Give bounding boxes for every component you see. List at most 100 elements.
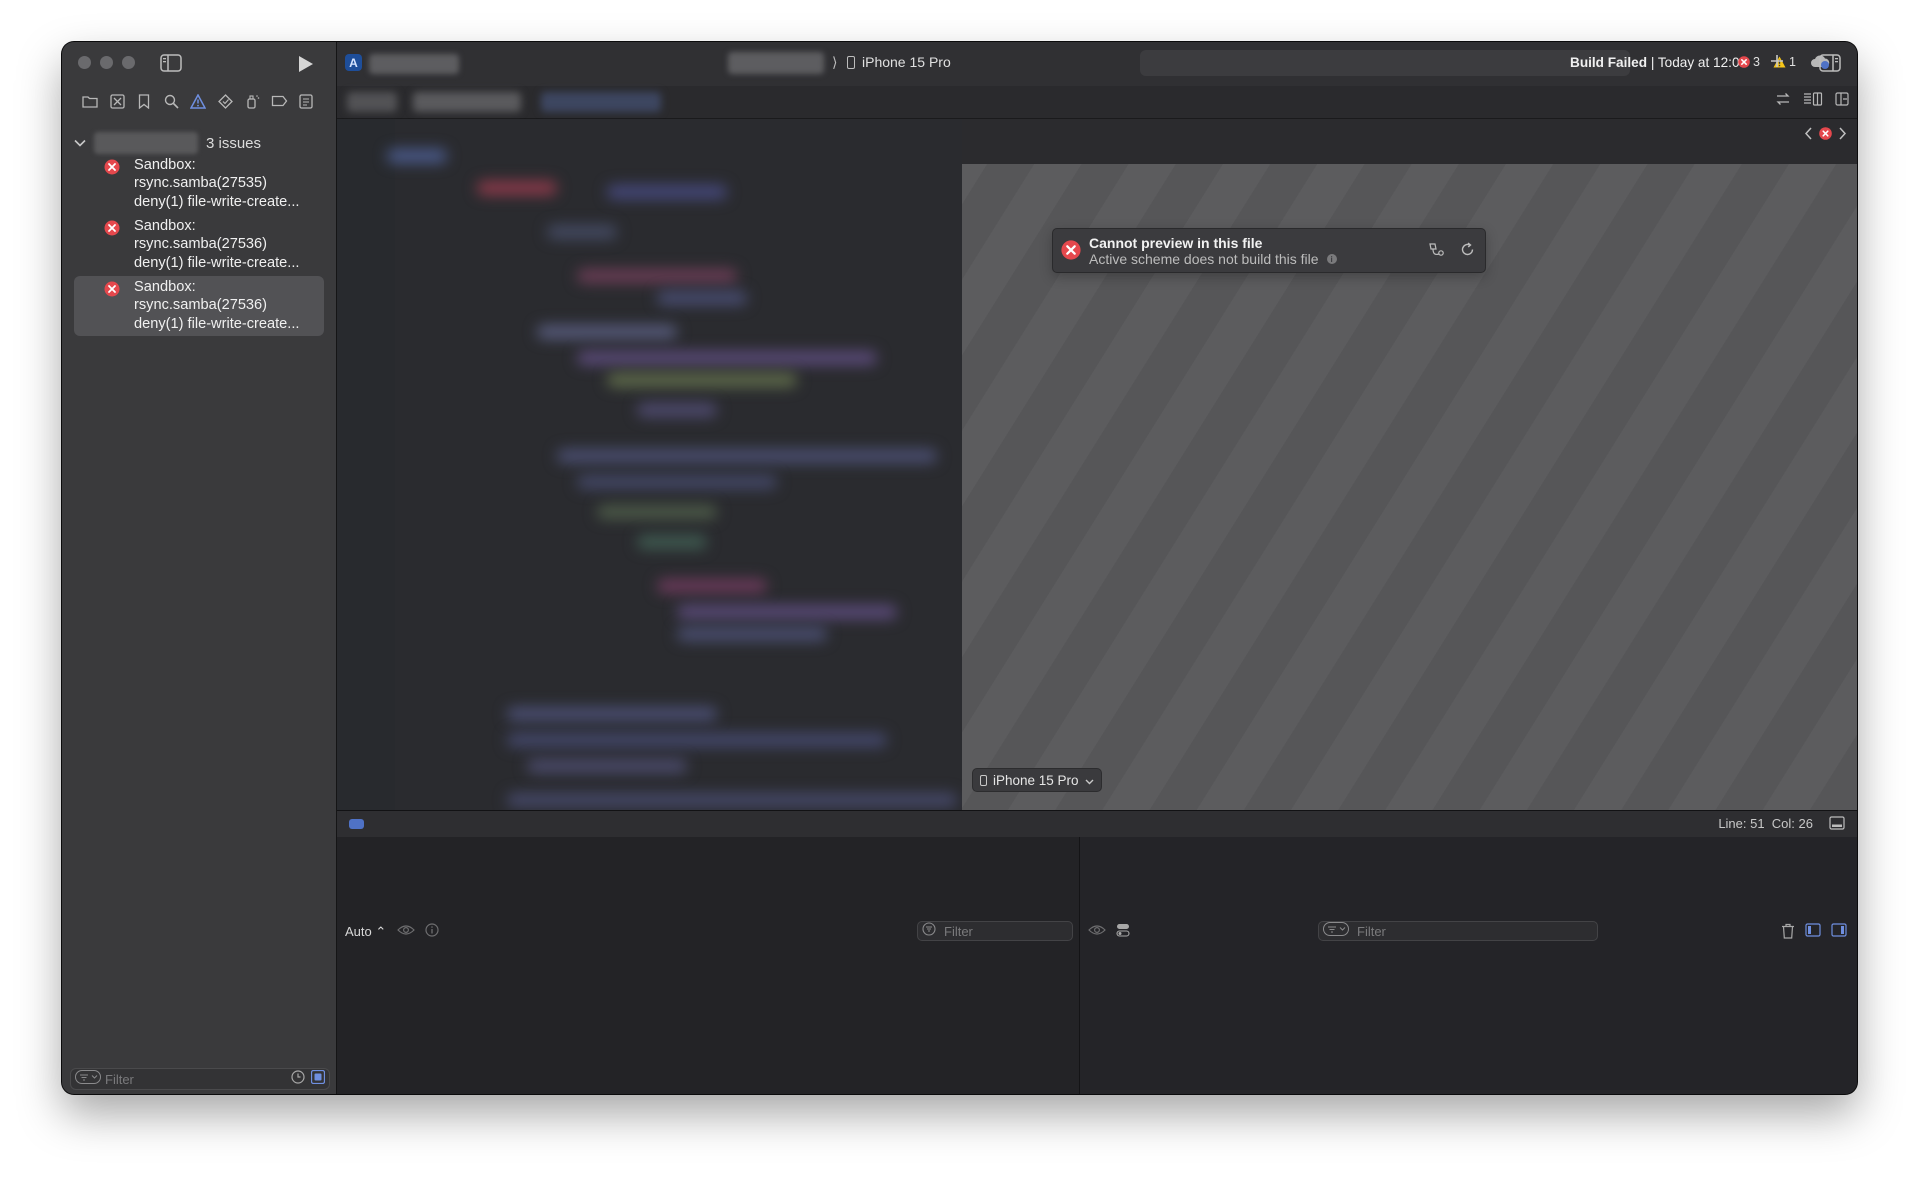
variables-scope-select[interactable]: Auto ⌃ [345, 924, 386, 940]
issue-row[interactable]: Sandbox: rsync.samba(27535) deny(1) file… [74, 154, 324, 214]
blurred-code [677, 605, 897, 619]
preview-error-subtitle: Active scheme does not build this file [1089, 251, 1319, 267]
swap-arrows-icon[interactable] [1775, 92, 1791, 111]
debug-spray-icon[interactable] [242, 91, 262, 111]
report-icon[interactable] [296, 91, 316, 111]
chevron-down-icon[interactable] [74, 134, 86, 152]
navigator-selector-bar [80, 91, 316, 111]
redacted-tab[interactable] [541, 92, 661, 112]
console-actions [1781, 923, 1847, 944]
hide-debug-area-icon[interactable] [1829, 816, 1845, 835]
variables-filter[interactable]: Filter [917, 921, 1073, 941]
filter-options-icon[interactable] [75, 1069, 101, 1089]
issue-row[interactable]: Sandbox: rsync.samba(27536) deny(1) file… [74, 215, 324, 275]
blurred-code [637, 403, 717, 417]
blurred-code [507, 733, 887, 747]
window-toolbar: A ⟩ iPhone 15 Pro Build Failed | Today a… [337, 42, 1857, 87]
refresh-icon[interactable] [1460, 242, 1475, 263]
toggle-switch-icon[interactable] [1116, 923, 1130, 942]
trash-icon[interactable] [1781, 923, 1795, 944]
blurred-code [657, 579, 767, 593]
redacted-project-name [94, 132, 198, 154]
build-status[interactable]: Build Failed | Today at 12:01 [1570, 55, 1747, 70]
warning-count: 1 [1789, 55, 1796, 69]
redacted-active-tab[interactable] [413, 92, 521, 112]
test-diamond-icon[interactable] [215, 91, 235, 111]
error-icon[interactable] [1819, 127, 1832, 145]
xcode-window: 3 issues Sandbox: rsync.samba(27535) den… [62, 42, 1857, 1094]
redacted-tab[interactable] [347, 92, 397, 112]
error-icon [104, 220, 120, 241]
search-icon[interactable] [161, 91, 181, 111]
redacted-scheme-name[interactable] [369, 54, 459, 74]
left-pane-toggle-icon[interactable] [1805, 923, 1821, 944]
right-pane-toggle-icon[interactable] [1831, 923, 1847, 944]
blurred-code [657, 291, 747, 305]
blurred-code [557, 449, 937, 463]
blurred-code [477, 181, 557, 195]
info-icon[interactable] [425, 923, 439, 942]
variables-filter-input[interactable]: Filter [944, 924, 973, 939]
preview-canvas[interactable]: Cannot preview in this file Active schem… [962, 164, 1857, 810]
console-filter[interactable]: Filter [1318, 921, 1598, 941]
issue-warning-icon[interactable] [188, 91, 208, 111]
filter-active-icon[interactable] [310, 1069, 326, 1089]
status-area [1140, 50, 1630, 76]
eye-icon[interactable] [397, 923, 415, 942]
blurred-code [577, 269, 737, 283]
editor-tab-bar [337, 86, 1857, 119]
error-count-badge[interactable]: 3 [1738, 55, 1760, 69]
inspector-icon[interactable] [1819, 54, 1841, 77]
device-icon [980, 774, 987, 786]
device-icon [847, 56, 855, 69]
navigator-filter[interactable]: Filter [70, 1068, 330, 1090]
zoom-window-button[interactable] [122, 56, 135, 69]
issues-count: 3 issues [206, 134, 262, 152]
minimize-window-button[interactable] [100, 56, 113, 69]
variables-toolbar [397, 923, 439, 942]
issues-group-header[interactable]: 3 issues [74, 130, 261, 156]
preview-device-picker[interactable]: iPhone 15 Pro [972, 768, 1102, 792]
navigator-sidebar: 3 issues Sandbox: rsync.samba(27535) den… [62, 42, 337, 1094]
project-scheme-icon[interactable]: A [345, 54, 362, 71]
play-icon[interactable] [298, 55, 314, 78]
variables-view[interactable]: Auto ⌃ Filter [337, 837, 1080, 1094]
chevron-right-icon[interactable] [1838, 127, 1847, 145]
eye-icon[interactable] [1088, 923, 1106, 942]
folder-icon[interactable] [80, 91, 100, 111]
run-destination[interactable]: iPhone 15 Pro [862, 54, 951, 70]
preview-error-actions [1428, 242, 1475, 263]
debug-area-toggle[interactable] [349, 819, 364, 829]
clock-icon[interactable] [291, 1069, 305, 1089]
add-editor-icon[interactable] [1835, 92, 1849, 111]
error-count: 3 [1753, 55, 1760, 69]
chevron-left-icon[interactable] [1804, 127, 1813, 145]
filter-input[interactable]: Filter [105, 1072, 291, 1087]
blurred-code [507, 707, 717, 721]
issue-row-selected[interactable]: Sandbox: rsync.samba(27536) deny(1) file… [74, 276, 324, 336]
blurred-code [547, 225, 617, 239]
source-control-icon[interactable] [107, 91, 127, 111]
close-window-button[interactable] [78, 56, 91, 69]
redacted-target-name[interactable] [728, 52, 824, 74]
console-toolbar [1088, 923, 1130, 942]
blurred-code [607, 185, 727, 199]
build-status-strong: Build Failed [1570, 55, 1648, 70]
diagnostics-icon[interactable] [1428, 242, 1446, 263]
blurred-code [387, 149, 447, 163]
editor-options-icon[interactable] [1803, 92, 1823, 111]
blurred-code [677, 627, 827, 641]
canvas-issue-navigator [1804, 127, 1847, 145]
source-editor[interactable] [337, 119, 962, 810]
info-icon[interactable]: i [1326, 254, 1337, 264]
bookmark-icon[interactable] [134, 91, 154, 111]
blurred-code [527, 759, 687, 773]
build-status-time: | Today at 12:01 [1647, 55, 1748, 70]
console-filter-input[interactable]: Filter [1357, 924, 1386, 939]
console-view[interactable]: Filter [1080, 837, 1857, 1094]
plus-icon[interactable] [1769, 53, 1785, 74]
preview-error-banner: Cannot preview in this file Active schem… [1052, 228, 1486, 273]
breakpoint-icon[interactable] [269, 91, 289, 111]
sidebar-icon[interactable] [160, 54, 182, 77]
debug-bar: Line: 51 Col: 26 [337, 810, 1857, 838]
